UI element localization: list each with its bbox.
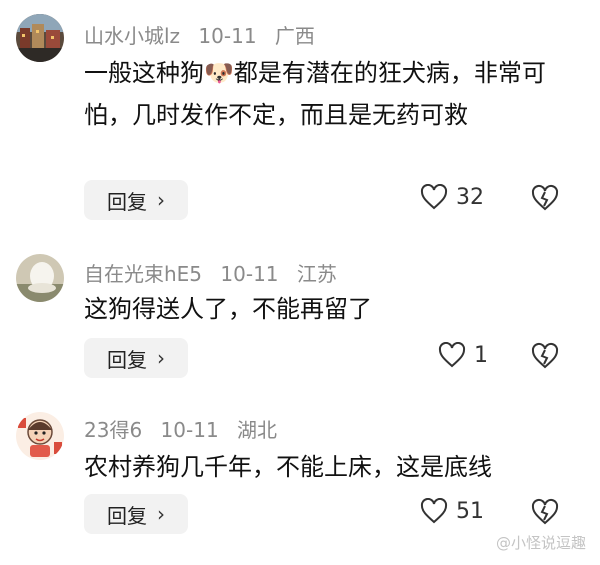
white-object-avatar-icon (16, 254, 64, 302)
cartoon-character-avatar-icon (16, 412, 64, 460)
dislike-button[interactable] (530, 342, 566, 378)
broken-heart-icon (531, 342, 559, 369)
reply-label: 回复 (107, 347, 147, 372)
username[interactable]: 23得6 (84, 418, 142, 442)
dislike-button[interactable] (530, 184, 566, 220)
avatar[interactable] (16, 412, 64, 460)
chevron-right-icon: › (157, 188, 165, 212)
comment-date: 10-11 (198, 24, 257, 48)
reply-button[interactable]: 回复 › (84, 180, 188, 220)
username[interactable]: 山水小城lz (84, 24, 180, 48)
watermark: @小怪说逗趣 (496, 532, 586, 553)
comment-text: 这狗得送人了，不能再留了 (84, 295, 372, 323)
comment-date: 10-11 (220, 262, 279, 286)
username[interactable]: 自在光束hE5 (84, 262, 202, 286)
comment-meta: 自在光束hE5 10-11 江苏 (84, 258, 349, 287)
chevron-right-icon: › (157, 502, 165, 526)
like-count: 1 (474, 342, 488, 368)
reply-label: 回复 (107, 503, 147, 528)
heart-icon (420, 498, 448, 524)
avatar[interactable] (16, 254, 64, 302)
like-button[interactable]: 1 (438, 342, 488, 368)
comment-date: 10-11 (160, 418, 219, 442)
like-count: 51 (456, 498, 484, 524)
location: 广西 (274, 24, 315, 48)
like-count: 32 (456, 184, 484, 210)
comment-meta: 山水小城lz 10-11 广西 (84, 20, 327, 49)
avatar[interactable] (16, 14, 64, 62)
broken-heart-icon (531, 498, 559, 525)
chevron-right-icon: › (157, 346, 165, 370)
dislike-button[interactable] (530, 498, 566, 534)
comment-text: 一般这种狗🐶都是有潜在的狂犬病，非常可怕，几时发作不定，而且是无药可救 (84, 59, 546, 129)
reply-label: 回复 (107, 189, 147, 214)
like-button[interactable]: 51 (420, 498, 484, 524)
reply-button[interactable]: 回复 › (84, 494, 188, 534)
heart-icon (420, 184, 448, 210)
location: 湖北 (237, 418, 278, 442)
comment-text: 农村养狗几千年，不能上床，这是底线 (84, 453, 492, 481)
location: 江苏 (296, 262, 337, 286)
comment-meta: 23得6 10-11 湖北 (84, 414, 289, 443)
watermark-text: @小怪说逗趣 (495, 534, 586, 552)
heart-icon (438, 342, 466, 368)
like-button[interactable]: 32 (420, 184, 484, 210)
reply-button[interactable]: 回复 › (84, 338, 188, 378)
broken-heart-icon (531, 184, 559, 211)
cityscape-avatar-icon (16, 14, 64, 62)
